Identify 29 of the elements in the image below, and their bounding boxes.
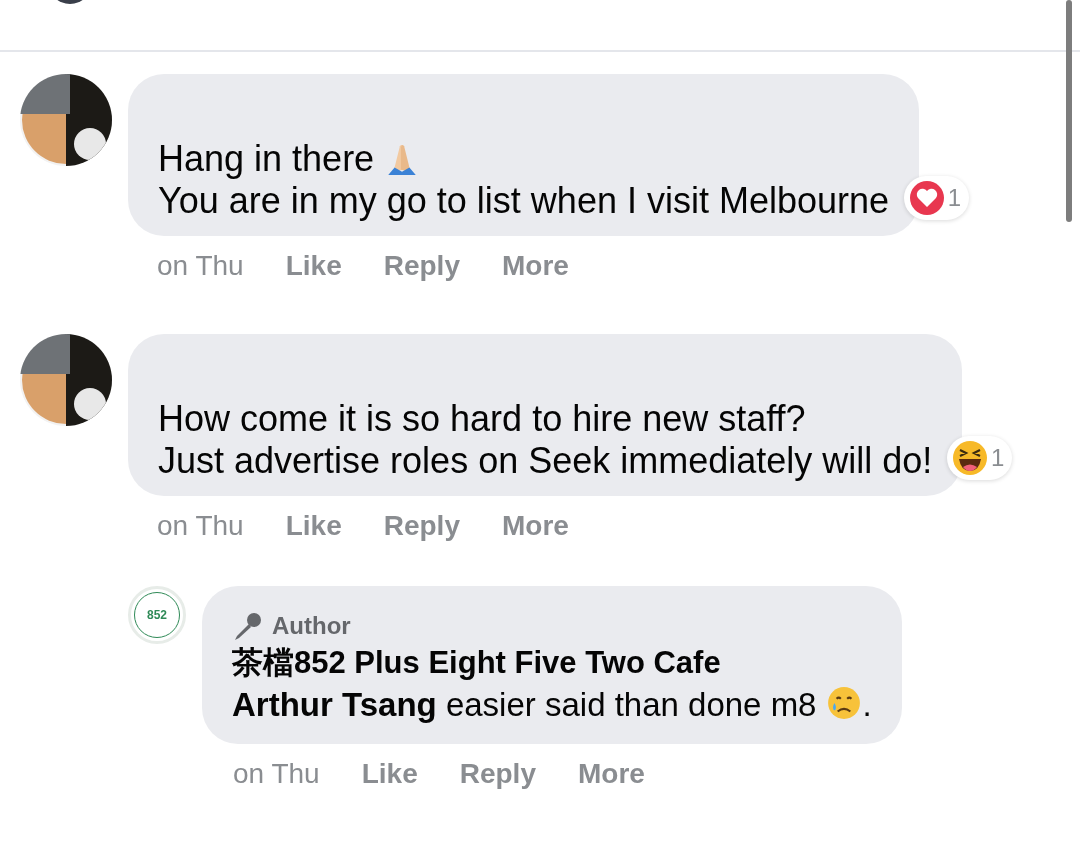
laughing-face-icon (951, 439, 989, 477)
action-link[interactable]: More (577, 754, 645, 794)
comment-text: You are in my go to list when I visit Melbourne (158, 180, 890, 221)
crying-face-icon (826, 685, 863, 721)
action-link[interactable]: Reply (459, 754, 536, 794)
action-link[interactable]: More (501, 506, 569, 546)
microphone-icon (232, 610, 264, 642)
reaction-badge[interactable]: 1 (903, 176, 970, 220)
action-link[interactable]: Reply (383, 246, 460, 286)
reaction-count: 1 (947, 183, 962, 213)
heart-reaction-icon (907, 179, 946, 217)
comment-text: Hang in there (158, 138, 375, 179)
timestamp: on Thu (233, 757, 320, 791)
action-link[interactable]: More (501, 246, 569, 286)
comment-text: How come it is so hard to hire new staff? (158, 398, 806, 439)
timestamp: on Thu (157, 249, 244, 283)
reaction-count: 1 (991, 443, 1005, 473)
comment-text: Arthur Tsang easier said than done m8 (232, 686, 817, 723)
action-link[interactable]: Like (361, 754, 418, 794)
reaction-badge[interactable]: 1 (947, 436, 1013, 480)
comment-text: . (862, 686, 872, 723)
comment-text: Just advertise roles on Seek immediately will do! (158, 440, 933, 481)
action-link[interactable]: Reply (383, 506, 460, 546)
action-link[interactable]: Like (285, 506, 342, 546)
action-link[interactable]: Like (285, 246, 342, 286)
author-name[interactable]: 茶檔852 Plus Eight Five Two Cafe (232, 642, 872, 684)
page-logo[interactable]: 852 (128, 586, 186, 644)
author-label: Author (272, 611, 351, 641)
timestamp: on Thu (157, 509, 244, 543)
